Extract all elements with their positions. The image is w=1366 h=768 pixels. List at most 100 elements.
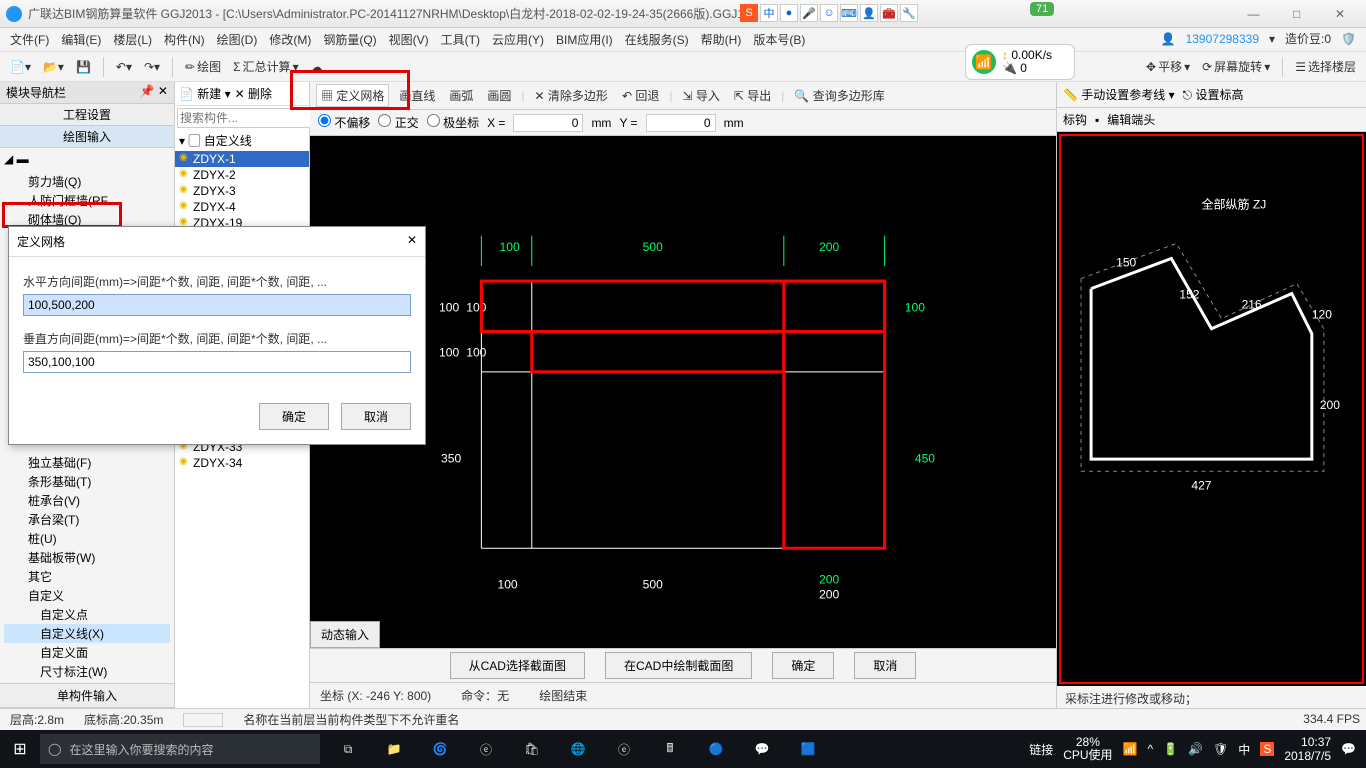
ime-lang[interactable]: 中	[760, 4, 778, 22]
translate-button[interactable]: ✥ 平移 ▾	[1142, 56, 1194, 77]
menu-help[interactable]: 帮助(H)	[695, 31, 748, 48]
expand-icon[interactable]: ◢	[4, 152, 13, 166]
clear-poly-button[interactable]: ✕ 清除多边形	[531, 85, 612, 106]
draw-line-button[interactable]: 画直线	[395, 85, 439, 106]
rotate-button[interactable]: ⟳ 屏幕旋转 ▾	[1198, 56, 1274, 77]
list-item[interactable]: ZDYX-34	[175, 455, 309, 471]
ime-toolbar[interactable]: S 中 ● 🎤 ☺ ⌨ 👤 🧰 🔧	[740, 4, 918, 22]
tree-found-strip[interactable]: 条形基础(T)	[4, 472, 170, 491]
from-cad-button[interactable]: 从CAD选择截面图	[450, 652, 585, 679]
menu-edit[interactable]: 编辑(E)	[55, 31, 107, 48]
dialog-cancel-button[interactable]: 取消	[341, 403, 411, 430]
ime-punct[interactable]: ●	[780, 4, 798, 22]
swirl-icon[interactable]: 🌀	[418, 730, 462, 768]
sum-button[interactable]: Σ 汇总计算 ▾	[229, 56, 302, 77]
tray-wifi-icon[interactable]: 📶	[1123, 742, 1138, 756]
menu-version[interactable]: 版本号(B)	[747, 31, 811, 48]
tree-found-single[interactable]: 独立基础(F)	[4, 453, 170, 472]
dialog-ok-button[interactable]: 确定	[259, 403, 329, 430]
list-item[interactable]: ZDYX-3	[175, 183, 309, 199]
edge2-icon[interactable]: 🌐	[556, 730, 600, 768]
tray-sogou-icon[interactable]: S	[1260, 742, 1274, 756]
hook-button[interactable]: 标钩	[1063, 111, 1087, 128]
tree-pile[interactable]: 桩(U)	[4, 529, 170, 548]
ime-person-icon[interactable]: 👤	[860, 4, 878, 22]
taskbar-search[interactable]: ◯ 在这里输入你要搜索的内容	[40, 734, 320, 764]
export-button[interactable]: ⇱ 导出	[730, 85, 775, 106]
minimize-button[interactable]: —	[1233, 7, 1273, 21]
menu-tool[interactable]: 工具(T)	[435, 31, 486, 48]
menu-bim[interactable]: BIM应用(I)	[550, 31, 619, 48]
menu-rebar[interactable]: 钢筋量(Q)	[317, 31, 382, 48]
radio-polar[interactable]: 极坐标	[427, 114, 479, 131]
list-root[interactable]: ▾ ▢ 自定义线	[175, 130, 309, 151]
list-item[interactable]: ZDYX-4	[175, 199, 309, 215]
edit-end-button[interactable]: 编辑端头	[1107, 111, 1155, 128]
canvas-ok-button[interactable]: 确定	[772, 652, 834, 679]
tray-battery-icon[interactable]: 🔋	[1163, 742, 1178, 756]
pin-icon[interactable]: 📌 ✕	[140, 84, 168, 101]
radio-ortho[interactable]: 正交	[378, 114, 418, 131]
menu-online[interactable]: 在线服务(S)	[619, 31, 695, 48]
tray-up-icon[interactable]: ^	[1148, 742, 1154, 756]
taskview-icon[interactable]: ⧉	[326, 730, 370, 768]
canvas-cancel-button[interactable]: 取消	[854, 652, 916, 679]
h-spacing-input[interactable]	[23, 294, 411, 316]
list-delete-button[interactable]: ✕ 删除	[235, 85, 272, 102]
tray-volume-icon[interactable]: 🔊	[1188, 742, 1203, 756]
ie-icon[interactable]: ⓔ	[602, 730, 646, 768]
conn-label[interactable]: 链接	[1029, 741, 1053, 758]
tree-dim[interactable]: 尺寸标注(W)	[4, 662, 170, 681]
menu-view[interactable]: 视图(V)	[383, 31, 435, 48]
menu-file[interactable]: 文件(F)	[4, 31, 55, 48]
tree-custom-point[interactable]: 自定义点	[4, 605, 170, 624]
list-item[interactable]: ZDYX-2	[175, 167, 309, 183]
new-file-button[interactable]: 📄▾	[6, 58, 35, 76]
menu-component[interactable]: 构件(N)	[158, 31, 211, 48]
ime-logo-icon[interactable]: S	[740, 4, 758, 22]
draw-arc-button[interactable]: 画弧	[445, 85, 477, 106]
draw-circle-button[interactable]: 画圆	[483, 85, 515, 106]
import-button[interactable]: ⇲ 导入	[678, 85, 723, 106]
nav-single-input[interactable]: 单构件输入	[0, 683, 174, 707]
tree-other[interactable]: 其它	[4, 567, 170, 586]
close-button[interactable]: ✕	[1320, 7, 1360, 21]
collapse-icon[interactable]: ▬	[17, 152, 29, 166]
v-spacing-input[interactable]	[23, 351, 411, 373]
radio-nooffset[interactable]: 不偏移	[318, 114, 370, 131]
tray-clock[interactable]: 10:372018/7/5	[1284, 735, 1331, 763]
nav-proj[interactable]: 工程设置	[0, 104, 174, 126]
draw-button[interactable]: ✏ 绘图	[181, 56, 225, 77]
windows-taskbar[interactable]: ⊞ ◯ 在这里输入你要搜索的内容 ⧉ 📁 🌀 ⓔ 🛍 🌐 ⓔ 🖩 🔵 💬 🟦 链…	[0, 730, 1366, 768]
undo-button[interactable]: ↶▾	[112, 58, 136, 76]
start-button[interactable]: ⊞	[0, 739, 40, 759]
tree-custom-face[interactable]: 自定义面	[4, 643, 170, 662]
define-grid-button[interactable]: ▦ 定义网格	[316, 84, 389, 107]
tree-shearwall[interactable]: 剪力墙(Q)	[4, 172, 170, 191]
query-lib-button[interactable]: 🔍 查询多边形库	[790, 85, 888, 106]
tree-custom[interactable]: 自定义	[4, 586, 170, 605]
undo-poly-button[interactable]: ↶ 回退	[618, 85, 663, 106]
save-button[interactable]: 💾	[72, 58, 95, 76]
store-icon[interactable]: 🛍	[510, 730, 554, 768]
browser-icon[interactable]: 🔵	[694, 730, 738, 768]
ime-keyboard-icon[interactable]: ⌨	[840, 4, 858, 22]
elev-button[interactable]: ⎋ 设置标高	[1183, 86, 1244, 103]
dynamic-input-button[interactable]: 动态输入	[310, 621, 380, 648]
nav-input[interactable]: 绘图输入	[0, 126, 174, 148]
network-widget[interactable]: 📶 ↕ 0.00K/s 🔌 0	[965, 44, 1075, 80]
cloud-check-button[interactable]: ☁	[307, 58, 327, 76]
menu-floor[interactable]: 楼层(L)	[107, 31, 158, 48]
list-item[interactable]: ZDYX-1	[175, 151, 309, 167]
tree-foundstrip[interactable]: 基础板带(W)	[4, 548, 170, 567]
calc-icon[interactable]: 🖩	[648, 730, 692, 768]
ime-settings-icon[interactable]: 🔧	[900, 4, 918, 22]
ime-toolbox-icon[interactable]: 🧰	[880, 4, 898, 22]
refline-button[interactable]: 📏 手动设置参考线 ▾	[1063, 86, 1175, 103]
ime-mic-icon[interactable]: 🎤	[800, 4, 818, 22]
select-floor-button[interactable]: ☰ 选择楼层	[1291, 56, 1360, 77]
tray-ime-icon[interactable]: 中	[1238, 741, 1250, 758]
draw-in-cad-button[interactable]: 在CAD中绘制截面图	[605, 652, 752, 679]
tray-shield-icon[interactable]: 🛡	[1213, 742, 1228, 756]
menu-draw[interactable]: 绘图(D)	[211, 31, 264, 48]
